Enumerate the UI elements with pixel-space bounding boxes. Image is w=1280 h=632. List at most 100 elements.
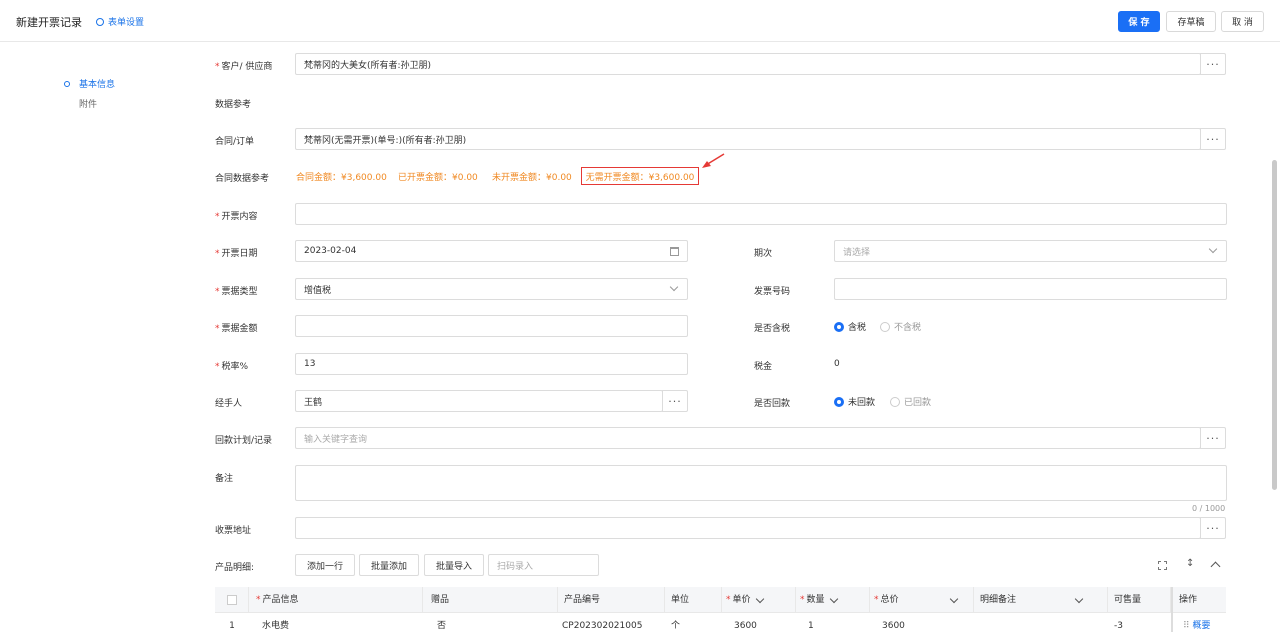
- table-header: * 产品信息 赠品 产品编号 单位 * 单价 * 数量 * 总价 明细备注 可售量 操作: [215, 587, 1226, 613]
- handler-more-button[interactable]: ···: [662, 390, 688, 412]
- tax-rate-label: * 税率%: [215, 362, 249, 372]
- content-label: * 开票内容: [215, 212, 258, 222]
- table-row: 1 水电费 否 CP202302021005 个 3600 1 3600 -3 …: [215, 613, 1226, 632]
- row-qty[interactable]: 1: [796, 613, 870, 632]
- remark-counter: 0 / 1000: [1192, 504, 1226, 513]
- row-gift[interactable]: 否: [423, 613, 558, 632]
- save-draft-button[interactable]: 存草稿: [1166, 11, 1216, 32]
- col-product-info: * 产品信息: [249, 587, 423, 613]
- col-gift: 赠品: [423, 587, 558, 613]
- height-toggle-icon[interactable]: ↕: [1186, 558, 1194, 569]
- row-product-name[interactable]: 水电费: [249, 613, 423, 632]
- remark-label: 备注: [215, 474, 234, 484]
- chevron-down-icon: [669, 282, 679, 292]
- customer-more-button[interactable]: ···: [1200, 53, 1226, 75]
- period-select[interactable]: 请选择: [834, 240, 1227, 262]
- row-note[interactable]: [974, 613, 1108, 632]
- invoice-no-label: 发票号码: [754, 287, 791, 297]
- fullscreen-icon[interactable]: [1158, 561, 1167, 570]
- radio-not-returned[interactable]: 未回款: [834, 395, 875, 408]
- invoice-no-field[interactable]: [834, 278, 1227, 300]
- payment-plan-field[interactable]: 输入关键字查询: [295, 427, 1201, 449]
- ticket-amount-field[interactable]: [295, 315, 688, 337]
- scan-input[interactable]: 扫码录入: [488, 554, 599, 576]
- contract-more-button[interactable]: ···: [1200, 128, 1226, 150]
- date-value: 2023-02-04: [304, 246, 357, 256]
- col-product-code: 产品编号: [558, 587, 665, 613]
- radio-label: 已回款: [904, 398, 932, 408]
- address-field[interactable]: [295, 517, 1201, 539]
- edit-icon[interactable]: [949, 594, 958, 604]
- collapse-up-icon[interactable]: [1210, 561, 1221, 572]
- tax-value: 0: [834, 359, 840, 369]
- content-field[interactable]: [295, 203, 1227, 225]
- batch-import-button[interactable]: 批量导入: [424, 554, 484, 576]
- ticket-type-select[interactable]: 增值税: [295, 278, 688, 300]
- payment-plan-more-button[interactable]: ···: [1200, 427, 1226, 449]
- nav-item-label: 基本信息: [79, 80, 116, 90]
- contract-ref-label: 合同数据参考: [215, 174, 270, 184]
- period-placeholder: 请选择: [843, 247, 871, 258]
- edit-icon[interactable]: [1074, 594, 1084, 604]
- date-label: * 开票日期: [215, 249, 258, 259]
- col-qty: * 数量: [796, 587, 870, 613]
- contract-label: 合同/订单: [215, 137, 255, 147]
- handler-field[interactable]: 王鹤: [295, 390, 663, 412]
- section-nav: 基本信息 附件: [64, 78, 115, 118]
- payment-plan-label: 回款计划/记录: [215, 436, 273, 446]
- edit-icon[interactable]: [755, 594, 764, 604]
- edit-icon[interactable]: [829, 594, 838, 604]
- ticket-type-value: 增值税: [304, 285, 332, 296]
- col-unit: 单位: [665, 587, 722, 613]
- contract-field[interactable]: 梵蒂冈(无需开票)(单号:)(所有者:孙卫朋): [295, 128, 1201, 150]
- save-button[interactable]: 保 存: [1118, 11, 1160, 32]
- customer-field[interactable]: 梵蒂冈的大美女(所有者:孙卫朋): [295, 53, 1201, 75]
- batch-add-button[interactable]: 批量添加: [359, 554, 419, 576]
- scrollbar-thumb[interactable]: [1272, 160, 1277, 490]
- returned-label: 是否回款: [754, 399, 791, 409]
- address-more-button[interactable]: ···: [1200, 517, 1226, 539]
- no-invoice-amount: 无需开票金额：¥3,600.00: [581, 167, 699, 185]
- radio-tax-included[interactable]: 含税: [834, 320, 866, 333]
- tax-incl-label: 是否含税: [754, 324, 791, 334]
- radio-label: 含税: [848, 323, 867, 333]
- customer-label: * 客户/ 供应商: [215, 62, 273, 72]
- cancel-button[interactable]: 取 消: [1221, 11, 1264, 32]
- form-settings-label: 表单设置: [108, 18, 145, 28]
- nav-item-basic-info[interactable]: 基本信息: [64, 78, 115, 98]
- gear-icon: [96, 17, 104, 26]
- radio-checked-icon: [834, 396, 844, 407]
- add-row-button[interactable]: 添加一行: [295, 554, 355, 576]
- payment-plan-placeholder: 输入关键字查询: [304, 434, 368, 445]
- tax-label: 税金: [754, 362, 773, 372]
- col-action: 操作: [1171, 587, 1226, 613]
- form-settings-link[interactable]: 表单设置: [96, 15, 144, 28]
- contract-amount: 合同金额：¥3,600.00: [296, 173, 387, 183]
- col-note: 明细备注: [974, 587, 1108, 613]
- radio-tax-excluded[interactable]: 不含税: [880, 320, 921, 333]
- row-price[interactable]: 3600: [722, 613, 796, 632]
- summary-link[interactable]: 概要: [1192, 621, 1210, 631]
- remark-textarea[interactable]: [295, 465, 1227, 501]
- ticket-type-label: * 票据类型: [215, 287, 258, 297]
- date-field[interactable]: 2023-02-04: [295, 240, 688, 262]
- col-total: * 总价: [870, 587, 974, 613]
- ticket-amount-label: * 票据金额: [215, 324, 258, 334]
- top-bar: 新建开票记录 表单设置 保 存 存草稿 取 消: [0, 0, 1280, 42]
- radio-label: 未回款: [848, 398, 876, 408]
- nav-item-attachments[interactable]: 附件: [64, 98, 115, 118]
- col-price: * 单价: [722, 587, 796, 613]
- radio-returned[interactable]: 已回款: [890, 395, 931, 408]
- products-table: * 产品信息 赠品 产品编号 单位 * 单价 * 数量 * 总价 明细备注 可售量 操作…: [215, 587, 1226, 632]
- row-action[interactable]: ⠿ 概要: [1171, 613, 1226, 632]
- calendar-icon: [670, 247, 679, 256]
- handler-label: 经手人: [215, 399, 243, 409]
- nav-item-label: 附件: [79, 100, 98, 110]
- row-total[interactable]: 3600: [870, 613, 974, 632]
- active-dot-icon: [64, 81, 70, 87]
- header-checkbox-cell[interactable]: [215, 587, 249, 613]
- checkbox-icon[interactable]: [226, 594, 237, 605]
- uninvoiced-amount: 未开票金额：¥0.00: [492, 173, 572, 183]
- chevron-down-icon: [1208, 244, 1218, 254]
- tax-rate-field[interactable]: 13: [295, 353, 688, 375]
